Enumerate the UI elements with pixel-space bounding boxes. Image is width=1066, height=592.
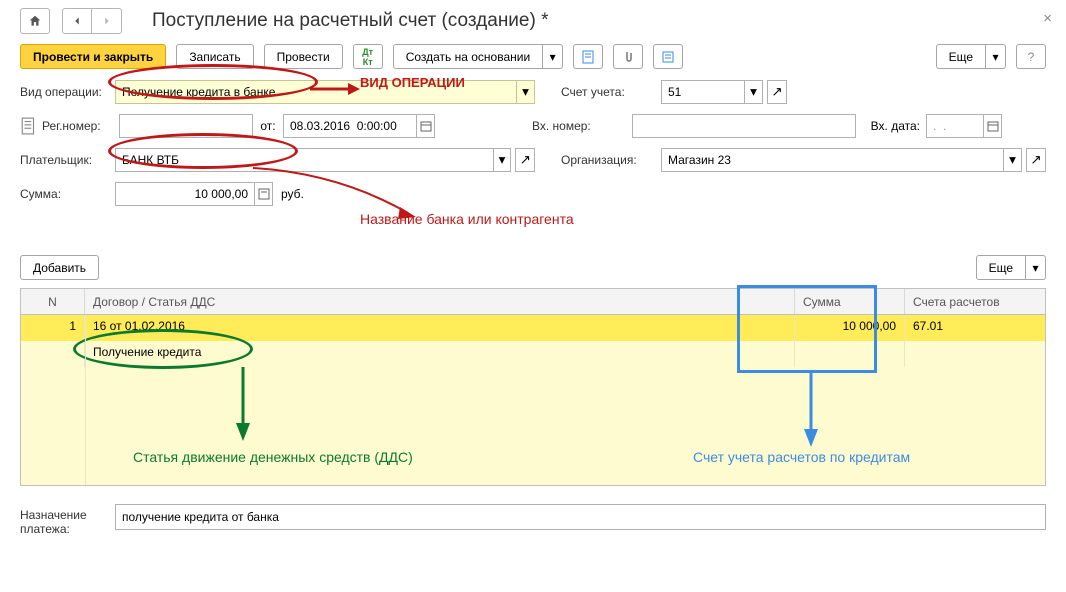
- table-row[interactable]: Получение кредита: [21, 341, 1045, 367]
- attach-button[interactable]: [613, 44, 643, 69]
- amount-label: Сумма:: [20, 187, 115, 201]
- amount-calculator-button[interactable]: [255, 182, 273, 206]
- header-accounts[interactable]: Счета расчетов: [905, 289, 1045, 314]
- page-title: Поступление на расчетный счет (создание)…: [152, 10, 549, 32]
- in-date-field[interactable]: [926, 114, 984, 138]
- payer-label: Плательщик:: [20, 153, 115, 167]
- in-date-picker-button[interactable]: [984, 114, 1002, 138]
- operation-type-dropdown[interactable]: ▾: [517, 80, 535, 104]
- account-dropdown[interactable]: ▾: [745, 80, 763, 104]
- calendar-icon: [420, 120, 432, 132]
- header-n[interactable]: N: [21, 289, 85, 314]
- cell-account: 67.01: [905, 315, 1045, 341]
- arrow-left-icon: [70, 14, 84, 28]
- cell-contract: 16 от 01.02.2016: [85, 315, 795, 341]
- currency-label: руб.: [281, 187, 304, 201]
- account-label: Счет учета:: [561, 85, 661, 99]
- dtkt-button[interactable]: ДтКт: [353, 44, 383, 69]
- date-picker-button[interactable]: [417, 114, 435, 138]
- organization-open-button[interactable]: ↗: [1026, 148, 1046, 172]
- arrow-right-icon: [100, 14, 114, 28]
- grid-more-button[interactable]: Еще: [976, 255, 1026, 280]
- post-and-close-button[interactable]: Провести и закрыть: [20, 44, 166, 69]
- help-icon: ?: [1028, 50, 1035, 64]
- document-icon: [581, 50, 595, 64]
- document-icon: [20, 117, 38, 135]
- calendar-icon: [987, 120, 999, 132]
- payer-open-button[interactable]: ↗: [515, 148, 535, 172]
- organization-dropdown[interactable]: ▾: [1004, 148, 1022, 172]
- annotation-dds: Статья движение денежных средств (ДДС): [133, 449, 413, 465]
- calculator-icon: [258, 188, 270, 200]
- operation-type-field[interactable]: [115, 80, 517, 104]
- purpose-label: Назначение платежа:: [20, 504, 115, 537]
- close-button[interactable]: ×: [1043, 10, 1052, 27]
- more-button[interactable]: Еще: [936, 44, 986, 69]
- cell-n: 1: [21, 315, 85, 341]
- grid-more-dropdown[interactable]: ▾: [1026, 255, 1046, 280]
- home-button[interactable]: [20, 8, 50, 34]
- organization-label: Организация:: [561, 153, 661, 167]
- in-date-label: Вх. дата:: [856, 119, 926, 133]
- report-button[interactable]: [573, 44, 603, 69]
- back-button[interactable]: [62, 8, 92, 34]
- post-button[interactable]: Провести: [264, 44, 343, 69]
- purpose-field[interactable]: [115, 504, 1046, 530]
- save-button[interactable]: Записать: [176, 44, 253, 69]
- create-based-button[interactable]: Создать на основании: [393, 44, 544, 69]
- paperclip-icon: [621, 50, 635, 64]
- cell-dds: Получение кредита: [85, 341, 795, 367]
- amount-field[interactable]: [115, 182, 255, 206]
- annotation-bank: Название банка или контрагента: [360, 211, 574, 227]
- in-number-label: Вх. номер:: [532, 119, 632, 133]
- in-number-field[interactable]: [632, 114, 856, 138]
- organization-field[interactable]: [661, 148, 1004, 172]
- header-contract[interactable]: Договор / Статья ДДС: [85, 289, 795, 314]
- more-dropdown[interactable]: ▾: [986, 44, 1006, 69]
- annotation-credit-account: Счет учета расчетов по кредитам: [693, 449, 910, 465]
- home-icon: [28, 14, 42, 28]
- date-field[interactable]: [283, 114, 417, 138]
- payer-dropdown[interactable]: ▾: [494, 148, 512, 172]
- help-button[interactable]: ?: [1016, 44, 1046, 69]
- account-field[interactable]: [661, 80, 745, 104]
- add-row-button[interactable]: Добавить: [20, 255, 99, 280]
- forward-button[interactable]: [92, 8, 122, 34]
- list-icon: [661, 50, 675, 64]
- account-open-button[interactable]: ↗: [767, 80, 787, 104]
- grid: N Договор / Статья ДДС Сумма Счета расче…: [20, 288, 1046, 486]
- operation-type-label: Вид операции:: [20, 85, 115, 99]
- table-row[interactable]: 1 16 от 01.02.2016 10 000,00 67.01: [21, 315, 1045, 341]
- create-based-dropdown[interactable]: ▾: [543, 44, 563, 69]
- reg-number-field[interactable]: [119, 114, 253, 138]
- from-label: от:: [253, 119, 283, 133]
- dtkt-icon: ДтКт: [362, 47, 373, 67]
- reg-number-label: Рег.номер:: [42, 119, 119, 133]
- payer-field[interactable]: [115, 148, 494, 172]
- header-sum[interactable]: Сумма: [795, 289, 905, 314]
- list-button[interactable]: [653, 44, 683, 69]
- cell-sum: 10 000,00: [795, 315, 905, 341]
